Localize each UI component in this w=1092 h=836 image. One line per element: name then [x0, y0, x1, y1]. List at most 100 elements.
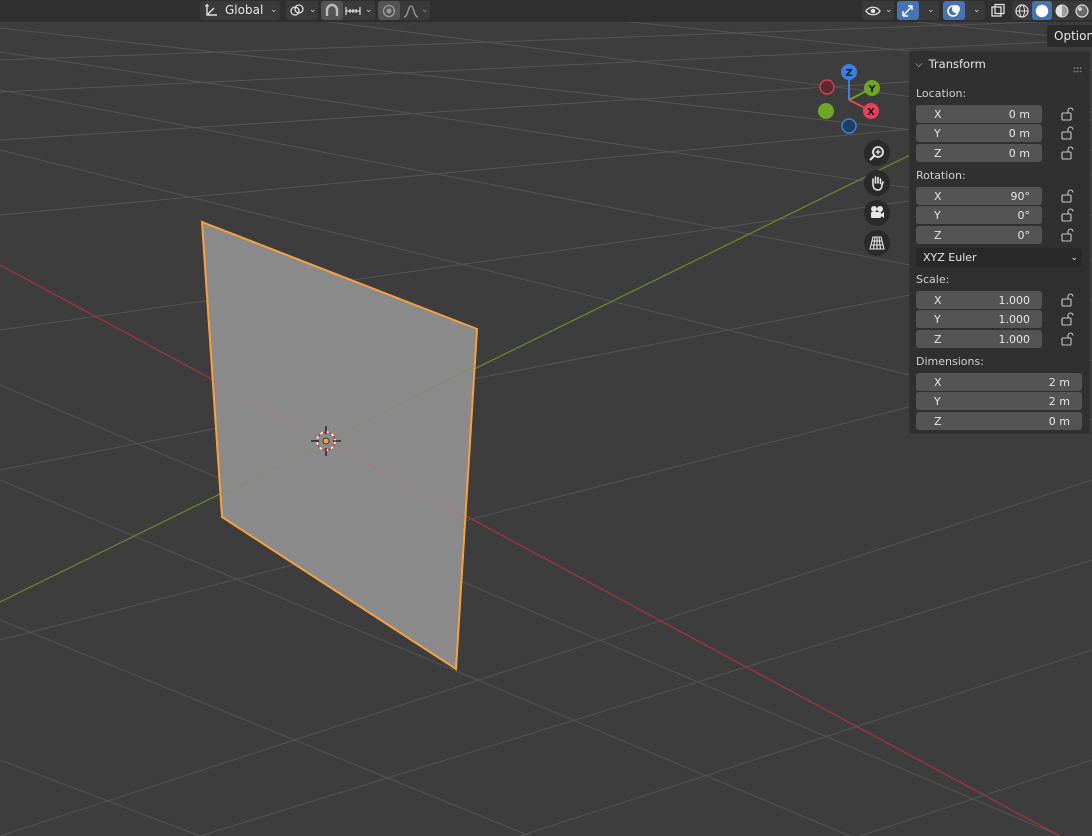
axis-label: Y — [934, 394, 941, 408]
lock-icon[interactable] — [1060, 107, 1074, 121]
field-value: 2 m — [1048, 375, 1070, 389]
drag-handle-icon[interactable] — [1073, 59, 1083, 73]
gizmo-z-label: Z — [845, 68, 852, 79]
selected-plane[interactable] — [200, 220, 479, 671]
rendered-shading-button[interactable] — [1072, 1, 1092, 20]
rotation-mode-select[interactable]: XYZ Euler ⌄ — [916, 248, 1082, 267]
lock-icon[interactable] — [1060, 189, 1074, 203]
zoom-button[interactable] — [864, 140, 890, 166]
field-value: 1.000 — [998, 332, 1031, 346]
dimensions-z-field[interactable]: Z 0 m — [916, 412, 1082, 430]
x-axis-line — [0, 264, 1061, 836]
axis-label: Z — [934, 414, 942, 428]
snap-toggle[interactable] — [321, 1, 343, 20]
camera-view-button[interactable] — [864, 200, 890, 226]
pivot-point-dropdown[interactable]: ⌄ — [286, 1, 318, 20]
gizmo-toggle[interactable] — [897, 1, 919, 20]
hand-pan-icon — [872, 176, 884, 191]
material-shading-icon — [1055, 4, 1069, 17]
lock-icon[interactable] — [1060, 332, 1074, 346]
wireframe-shading-icon — [1015, 3, 1029, 18]
visibility-dropdown[interactable]: ⌄ — [862, 1, 894, 20]
field-value: 0 m — [1008, 107, 1030, 121]
axis-label: Y — [934, 208, 941, 222]
dimensions-x-field[interactable]: X 2 m — [916, 373, 1082, 391]
axis-label: X — [934, 375, 942, 389]
wireframe-shading-button[interactable] — [1012, 1, 1032, 20]
gizmo-group: ⌄ — [897, 1, 939, 20]
axis-label: Z — [934, 332, 942, 346]
lock-icon[interactable] — [1060, 208, 1074, 222]
options-label: Options — [1054, 29, 1092, 43]
chevron-down-icon: ⌄ — [1070, 252, 1078, 263]
rotation-x-field[interactable]: X 90° — [916, 187, 1042, 205]
chevron-down-icon[interactable]: ⌄ — [973, 5, 981, 15]
field-value: 0 m — [1008, 126, 1030, 140]
lock-icon[interactable] — [1060, 312, 1074, 326]
scale-z-field[interactable]: Z 1.000 — [916, 330, 1042, 348]
visibility-icon — [865, 6, 881, 16]
camera-icon — [871, 206, 884, 218]
chevron-down-icon[interactable]: ⌄ — [421, 5, 429, 15]
overlay-toggle[interactable] — [943, 1, 965, 20]
snap-increment-icon[interactable] — [345, 4, 361, 18]
pan-button[interactable] — [864, 170, 890, 196]
transform-orientation-dropdown[interactable]: Global ⌄ — [200, 1, 280, 20]
gizmo-icon — [902, 5, 913, 17]
options-button[interactable]: Options — [1047, 25, 1092, 47]
gizmo-neg-z[interactable] — [841, 118, 857, 134]
chevron-down-icon: ⌵ — [915, 58, 923, 70]
location-z-field[interactable]: Z 0 m — [916, 144, 1042, 162]
proportional-editing-toggle[interactable] — [378, 1, 400, 20]
gizmo-neg-x[interactable] — [819, 79, 835, 95]
lock-icon[interactable] — [1060, 146, 1074, 160]
field-value: 90° — [1010, 189, 1031, 203]
proportional-editing-group: ⌄ — [378, 1, 430, 20]
field-value: 0° — [1017, 208, 1031, 222]
xray-icon — [991, 3, 1005, 17]
gizmo-neg-y[interactable] — [818, 103, 834, 119]
panel-title: Transform — [928, 57, 986, 71]
field-value: 1.000 — [998, 312, 1031, 326]
perspective-grid-icon — [869, 236, 885, 250]
scale-y-field[interactable]: Y 1.000 — [916, 310, 1042, 328]
location-x-field[interactable]: X 0 m — [916, 105, 1042, 123]
navigation-gizmo[interactable]: Z Y X — [818, 64, 880, 134]
rendered-shading-icon — [1075, 3, 1089, 18]
chevron-down-icon: ⌄ — [270, 5, 278, 15]
scale-x-field[interactable]: X 1.000 — [916, 291, 1042, 309]
axis-label: X — [934, 107, 942, 121]
rotation-z-field[interactable]: Z 0° — [916, 226, 1042, 244]
rotation-y-field[interactable]: Y 0° — [916, 206, 1042, 224]
solid-shading-button[interactable] — [1032, 1, 1052, 20]
perspective-toggle-button[interactable] — [864, 230, 890, 256]
viewport-header: Global ⌄ ⌄ ⌄ ⌄ ⌄ ⌄ ⌄ — [0, 0, 1092, 22]
dimensions-label: Dimensions: — [916, 355, 984, 368]
orientation-label: Global — [225, 3, 264, 17]
field-value: 0° — [1017, 228, 1031, 242]
location-y-field[interactable]: Y 0 m — [916, 124, 1042, 142]
proportional-editing-icon — [382, 4, 396, 18]
transform-panel-header[interactable]: ⌵ Transform — [915, 57, 986, 71]
chevron-down-icon: ⌄ — [309, 5, 317, 15]
lock-icon[interactable] — [1060, 126, 1074, 140]
xray-toggle[interactable] — [988, 1, 1008, 20]
rotation-mode-value: XYZ Euler — [923, 251, 977, 264]
axis-label: Y — [934, 126, 941, 140]
chevron-down-icon[interactable]: ⌄ — [927, 5, 935, 15]
lock-icon[interactable] — [1060, 228, 1074, 242]
chevron-down-icon: ⌄ — [885, 5, 893, 15]
lock-icon[interactable] — [1060, 293, 1074, 307]
material-preview-button[interactable] — [1052, 1, 1072, 20]
dimensions-y-field[interactable]: Y 2 m — [916, 392, 1082, 410]
scale-label: Scale: — [916, 273, 950, 286]
rotation-label: Rotation: — [916, 169, 966, 182]
field-value: 2 m — [1048, 394, 1070, 408]
chevron-down-icon[interactable]: ⌄ — [365, 5, 373, 15]
location-label: Location: — [916, 87, 967, 100]
axis-label: Z — [934, 146, 942, 160]
overlay-icon — [947, 5, 960, 17]
falloff-icon[interactable] — [403, 4, 419, 18]
field-value: 0 m — [1048, 414, 1070, 428]
axis-label: Y — [934, 312, 941, 326]
